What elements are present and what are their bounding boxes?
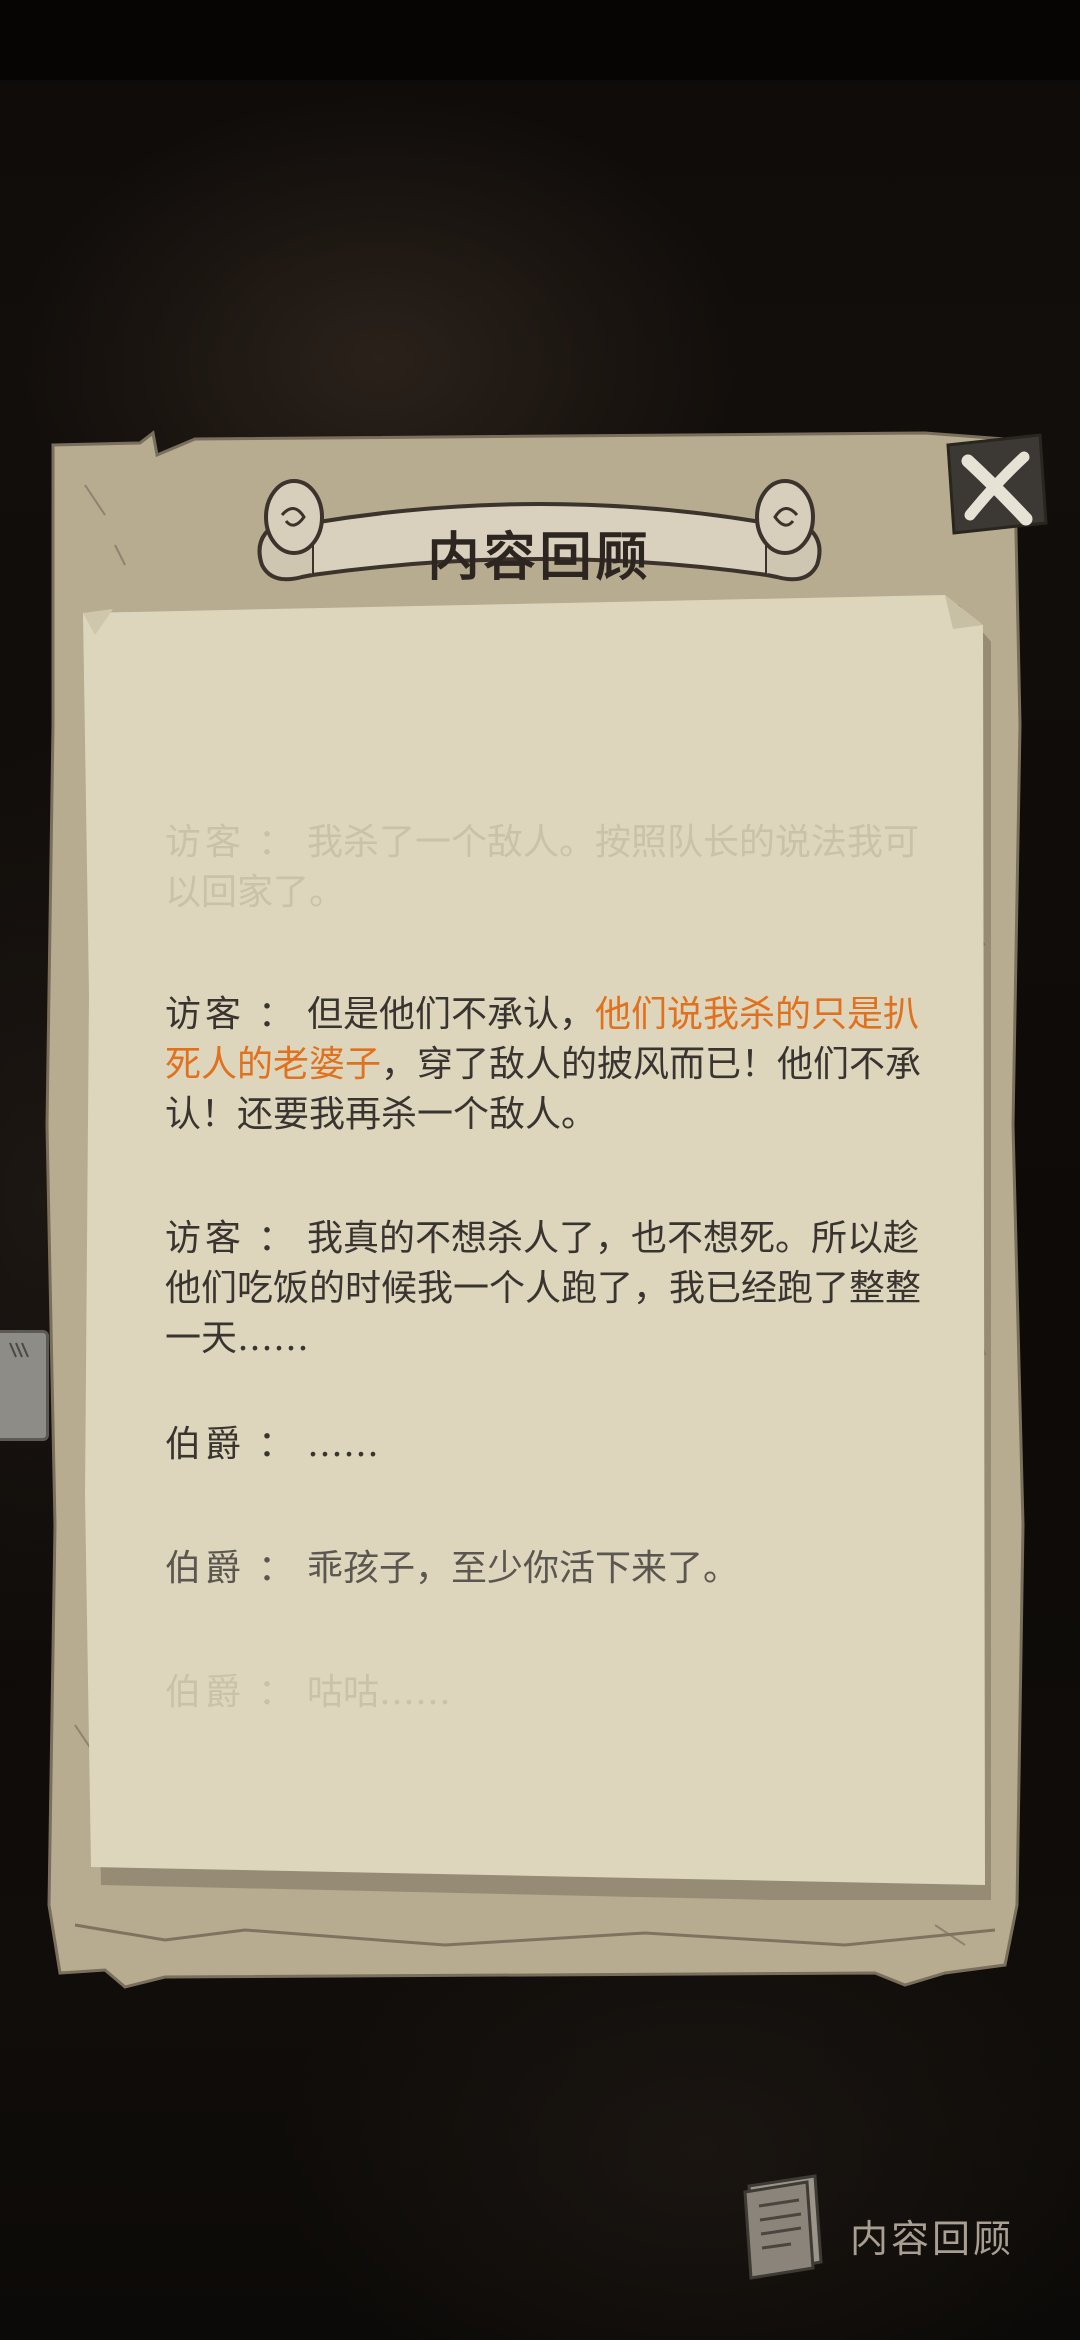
side-tab-handle[interactable] bbox=[0, 1330, 49, 1441]
speaker-separator: ： bbox=[258, 1672, 295, 1713]
dialogue-entry: 访客：但是他们不承认，他们说我杀的只是扒死人的老婆子，穿了敌人的披风而已！他们不… bbox=[165, 990, 945, 1140]
dialogue-text: 但是他们不承认， bbox=[307, 994, 596, 1035]
panel-title: 内容回顾 bbox=[427, 528, 652, 588]
footer-label: 内容回顾 bbox=[850, 2217, 1015, 2261]
speaker-name: 伯爵 bbox=[165, 1548, 246, 1589]
speaker-separator: ： bbox=[258, 1548, 295, 1589]
dialogue-entry: 访客：我真的不想杀人了，也不想死。所以趁他们吃饭的时候我一个人跑了，我已经跑了整… bbox=[165, 1214, 945, 1364]
speaker-name: 访客 bbox=[165, 822, 246, 863]
speaker-separator: ： bbox=[258, 994, 295, 1035]
content-review-panel: 内容回顾 bbox=[45, 425, 1048, 1990]
top-bar bbox=[0, 0, 1080, 80]
dialogue-text: …… bbox=[307, 1424, 380, 1465]
title-banner: 内容回顾 bbox=[242, 465, 837, 625]
speaker-name: 访客 bbox=[165, 1218, 246, 1259]
dialogue-entry: 伯爵 ： 乖孩子，至少你活下来了。 bbox=[165, 1544, 945, 1594]
close-button[interactable] bbox=[940, 431, 1050, 541]
scratch-icon bbox=[9, 1342, 29, 1358]
speaker-separator: ： bbox=[258, 1218, 295, 1259]
speaker-name: 伯爵 bbox=[165, 1424, 246, 1465]
speaker-name: 访客 bbox=[165, 994, 246, 1035]
speaker-separator: ： bbox=[258, 1424, 295, 1465]
dialogue-entry: 访客：我杀了一个敌人。按照队长的说法我可以回家了。 bbox=[165, 818, 945, 918]
close-x-icon bbox=[946, 433, 1048, 535]
dialogue-entry: 伯爵 ： 咕咕…… bbox=[165, 1668, 945, 1718]
dialogue-text: 咕咕…… bbox=[307, 1672, 452, 1713]
dialogue-text: 乖孩子，至少你活下来了。 bbox=[307, 1548, 740, 1589]
speaker-name: 伯爵 bbox=[165, 1672, 246, 1713]
content-review-button[interactable]: 内容回顾 bbox=[735, 2170, 1055, 2280]
document-icon bbox=[743, 2174, 823, 2280]
speaker-separator: ： bbox=[258, 822, 295, 863]
dialogue-entry: 伯爵 ： …… bbox=[165, 1420, 945, 1470]
